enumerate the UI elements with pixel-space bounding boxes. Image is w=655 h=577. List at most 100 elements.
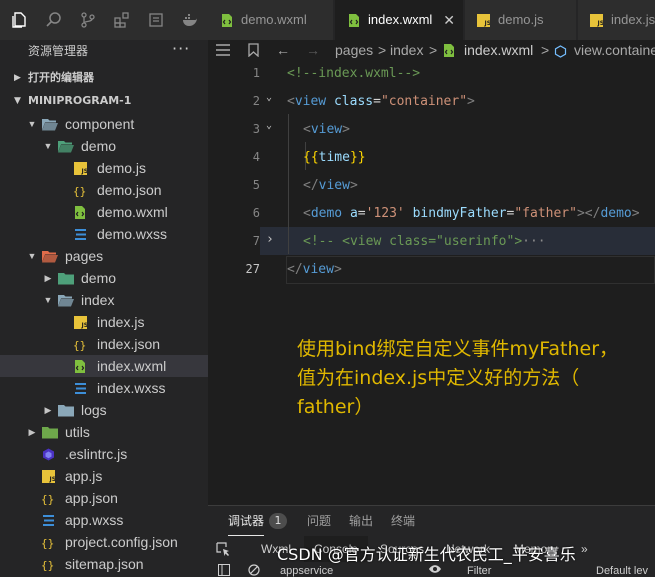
tree-folder[interactable]: ▶ logs — [0, 399, 208, 421]
code-line: <view class="container"> — [287, 94, 475, 109]
tree-file[interactable]: app.wxss — [0, 509, 208, 531]
explorer-icon[interactable] — [10, 10, 30, 30]
sidebar-toggle-icon[interactable] — [218, 564, 230, 577]
tree-file[interactable]: {} app.json — [0, 487, 208, 509]
chevron-right-icon: ▶ — [44, 405, 52, 415]
indent-guide — [288, 114, 289, 254]
folder-icon — [42, 249, 58, 263]
code-string: "container" — [380, 94, 468, 109]
editor-tab[interactable]: index.wxml ✕ — [335, 0, 463, 40]
tree-folder[interactable]: ▼ pages — [0, 245, 208, 267]
code-editor[interactable]: 1 2 3 4 5 6 7 27 ⌄ ⌄ › <!--index.wxml-->… — [208, 60, 655, 505]
tab-terminal[interactable]: 终端 — [391, 506, 415, 536]
tree-item-label: app.json — [65, 490, 118, 506]
tree-item-label: demo — [81, 138, 117, 154]
docker-icon[interactable] — [180, 10, 200, 30]
bookmark-icon[interactable] — [248, 40, 259, 60]
wxml-file-icon — [443, 44, 455, 57]
code-line: <!--index.wxml--> — [287, 66, 420, 81]
tab-debugger[interactable]: 调试器 — [228, 506, 265, 536]
tree-file[interactable]: demo.wxss — [0, 223, 208, 245]
code-line: {{time}} — [303, 150, 366, 165]
tree-item-label: index — [81, 292, 115, 308]
fold-chevron-down-icon[interactable]: ⌄ — [266, 120, 272, 131]
search-icon[interactable] — [44, 10, 64, 30]
tree-file[interactable]: {} demo.json — [0, 179, 208, 201]
outline-icon[interactable] — [146, 10, 166, 30]
extensions-icon[interactable] — [112, 10, 132, 30]
fold-chevron-right-icon[interactable]: › — [266, 232, 274, 247]
editor-tab[interactable]: demo.wxml — [208, 0, 333, 40]
tree-file[interactable]: index.wxss — [0, 377, 208, 399]
tab-label: index.wxml — [368, 12, 433, 27]
inspect-icon[interactable] — [216, 542, 230, 556]
tree-file[interactable]: JS demo.js — [0, 157, 208, 179]
breadcrumb-index[interactable]: index — [390, 40, 423, 60]
line-number: 5 — [252, 178, 260, 192]
project-section[interactable]: ▼ MINIPROGRAM-1 — [0, 90, 208, 112]
editor-tab[interactable]: JS demo.js — [465, 0, 576, 40]
annotation-line: father） — [297, 396, 374, 418]
js-file-icon: JS — [72, 161, 88, 175]
back-arrow-icon[interactable]: ← — [276, 40, 290, 60]
breadcrumb-node[interactable]: view.container — [574, 40, 655, 60]
wxml-file-icon — [347, 14, 360, 27]
js-file-icon: JS — [40, 469, 56, 483]
eye-icon[interactable] — [428, 564, 442, 577]
breadcrumb-pages[interactable]: pages — [335, 40, 373, 60]
filter-input[interactable]: Filter — [467, 564, 491, 577]
line-number: 7 — [252, 234, 260, 248]
js-file-icon: JS — [72, 315, 88, 329]
forward-arrow-icon[interactable]: → — [306, 40, 320, 60]
watermark: CSDN @官方认证新生代农民工_平安喜乐 — [277, 545, 576, 564]
explorer-panel: 资源管理器 ··· ▶ 打开的编辑器 ▼ MINIPROGRAM-1 ▼ comp… — [0, 0, 208, 577]
context-select[interactable]: appservice — [280, 564, 333, 577]
tree-folder[interactable]: ▼ index — [0, 289, 208, 311]
wxss-file-icon — [72, 227, 88, 241]
code-token: < — [303, 122, 311, 137]
svg-text:{}: {} — [73, 339, 86, 351]
tree-item-label: demo.wxml — [97, 204, 168, 220]
tree-folder[interactable]: ▶ utils — [0, 421, 208, 443]
tree-file[interactable]: .eslintrc.js — [0, 443, 208, 465]
annotation-line: 使用bind绑定自定义事件myFather， — [297, 338, 619, 360]
tree-folder[interactable]: ▼ demo — [0, 135, 208, 157]
log-levels-select[interactable]: Default lev — [596, 564, 648, 577]
tab-problems[interactable]: 问题 — [307, 506, 331, 536]
tab-output[interactable]: 输出 — [349, 506, 373, 536]
devtools-more-tabs[interactable]: » — [581, 536, 588, 562]
svg-text:JS: JS — [48, 476, 55, 483]
tree-item-label: logs — [81, 402, 107, 418]
code-tag: view — [302, 262, 334, 277]
tree-file[interactable]: JS index.js — [0, 311, 208, 333]
code-token: > — [631, 206, 640, 221]
tree-file[interactable]: {} sitemap.json — [0, 553, 208, 575]
folder-icon — [42, 117, 58, 131]
tree-file[interactable]: {} index.json — [0, 333, 208, 355]
clear-console-icon[interactable] — [248, 564, 260, 577]
chevron-right-icon: ▶ — [14, 73, 21, 83]
source-control-icon[interactable] — [78, 10, 98, 30]
close-icon[interactable]: ✕ — [443, 0, 455, 40]
explorer-more-icon[interactable]: ··· — [172, 40, 190, 62]
tree-item-label: app.js — [65, 468, 103, 484]
line-number: 6 — [252, 206, 260, 220]
line-number: 4 — [252, 150, 260, 164]
list-icon[interactable] — [216, 40, 230, 60]
tree-file[interactable]: JS app.js — [0, 465, 208, 487]
editor-tab[interactable]: JS index.js — [578, 0, 655, 40]
folded-ellipsis[interactable]: ··· — [522, 234, 545, 249]
svg-text:JS: JS — [80, 168, 87, 175]
tree-folder[interactable]: ▶ demo — [0, 267, 208, 289]
code-attr: class — [326, 94, 374, 109]
fold-chevron-down-icon[interactable]: ⌄ — [266, 92, 272, 103]
tree-file[interactable]: {} project.config.json — [0, 531, 208, 553]
open-editors-section[interactable]: ▶ 打开的编辑器 — [0, 67, 208, 89]
code-string: "father" — [514, 206, 577, 221]
tree-file[interactable]: demo.wxml — [0, 201, 208, 223]
code-token: > — [467, 94, 475, 109]
tree-folder[interactable]: ▼ component — [0, 113, 208, 135]
tree-file[interactable]: index.wxml — [0, 355, 208, 377]
project-label: MINIPROGRAM-1 — [28, 94, 132, 107]
breadcrumb-file[interactable]: index.wxml — [464, 40, 533, 60]
